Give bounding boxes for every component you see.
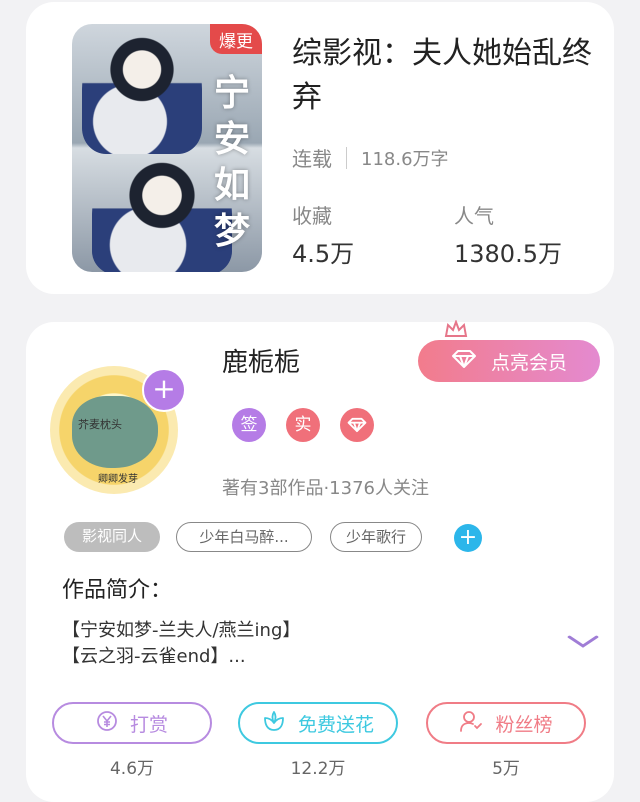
- avatar-art: [72, 396, 158, 468]
- word-count: 118.6万字: [361, 148, 449, 170]
- cover-title-art: 宁安如梦: [213, 72, 250, 252]
- book-cover[interactable]: 宁安如梦 爆更: [72, 24, 262, 272]
- serial-status: 连载: [292, 147, 332, 171]
- book-meta: 连载 118.6万字: [292, 143, 449, 172]
- fan-ranking-label: 粉丝榜: [495, 713, 553, 736]
- author-name: 鹿栀栀: [222, 348, 301, 378]
- divider: [346, 146, 347, 169]
- flower-icon: [262, 710, 286, 737]
- chevron-down-icon[interactable]: [567, 630, 600, 655]
- intro-line: 【宁安如梦-兰夫人/燕兰ing】: [62, 620, 301, 641]
- popularity-value: 1380.5万: [454, 240, 562, 268]
- book-info-card: 宁安如梦 爆更 综影视：夫人她始乱终弃 连载 118.6万字 收藏 4.5万 人…: [26, 2, 614, 294]
- fan-count: 5万: [492, 759, 520, 779]
- yen-coin-icon: [96, 710, 118, 737]
- verified-badge: 实: [286, 408, 320, 442]
- tag-shaonian-baima[interactable]: 少年白马醉...: [176, 522, 312, 552]
- send-flower-label: 免费送花: [297, 713, 374, 736]
- favorites-value: 4.5万: [292, 240, 355, 268]
- diamond-badge-icon: [340, 408, 374, 442]
- tip-count: 4.6万: [109, 759, 155, 779]
- diamond-icon: [451, 349, 477, 374]
- signed-badge: 签: [232, 408, 266, 442]
- follow-plus-button[interactable]: +: [142, 368, 186, 412]
- fan-user-icon: [459, 709, 483, 738]
- avatar-text: 卿卿发芽: [98, 474, 138, 485]
- author-card: 芥麦枕头 卿卿发芽 + 鹿栀栀 点亮会员 签 实 著有3部作品·1376人关注 …: [26, 320, 614, 802]
- intro-line: 【云之羽-云雀end】...: [62, 646, 246, 667]
- tip-label: 打赏: [129, 713, 168, 736]
- favorites-label: 收藏: [292, 204, 332, 228]
- add-tag-button[interactable]: +: [454, 524, 482, 552]
- send-flower-button[interactable]: 免费送花: [238, 702, 398, 744]
- avatar-text: 芥麦枕头: [78, 418, 122, 431]
- cover-figure: [82, 24, 202, 154]
- light-vip-button[interactable]: 点亮会员: [418, 340, 600, 382]
- tag-shaonian-gexing[interactable]: 少年歌行: [330, 522, 422, 552]
- tag-film-fanfic[interactable]: 影视同人: [64, 522, 160, 552]
- book-title: 综影视：夫人她始乱终弃: [292, 36, 592, 115]
- flower-count: 12.2万: [290, 759, 346, 779]
- update-badge: 爆更: [210, 24, 262, 54]
- intro-title: 作品简介：: [62, 578, 173, 603]
- vip-button-label: 点亮会员: [490, 351, 567, 374]
- author-stats: 著有3部作品·1376人关注: [222, 478, 429, 499]
- tip-button[interactable]: 打赏: [52, 702, 212, 744]
- intro-text: 【宁安如梦-兰夫人/燕兰ing】 【云之羽-云雀end】...: [62, 618, 300, 670]
- fan-ranking-button[interactable]: 粉丝榜: [426, 702, 586, 744]
- popularity-label: 人气: [454, 204, 494, 228]
